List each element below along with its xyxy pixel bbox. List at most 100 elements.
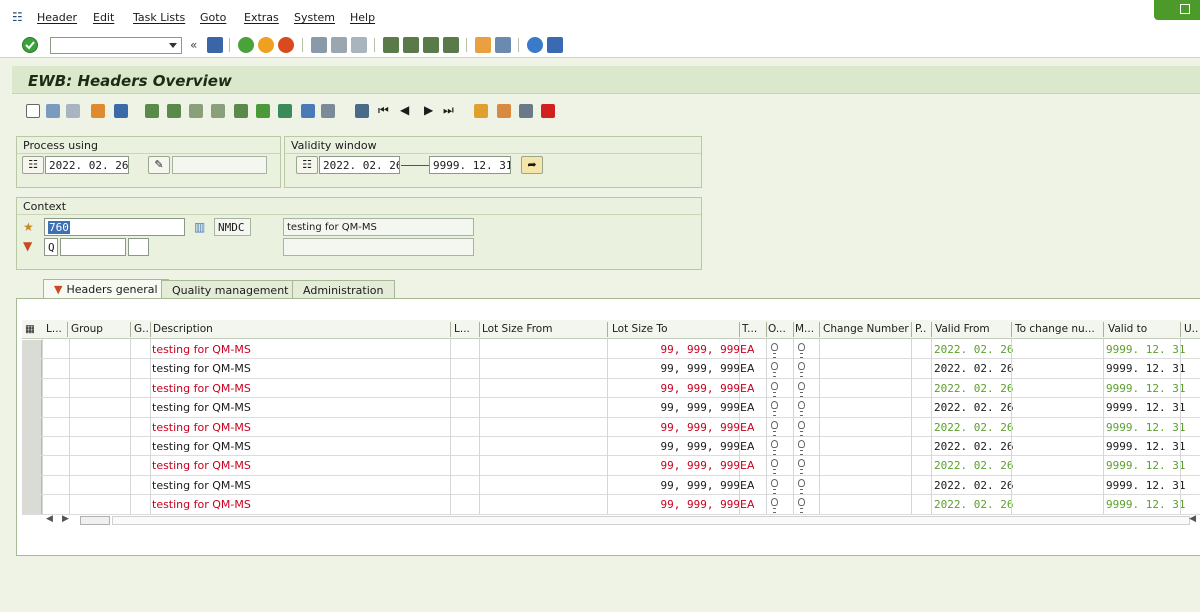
change-number-icon[interactable]: ✎: [148, 156, 170, 174]
deselect-icon[interactable]: [167, 104, 181, 118]
col-description[interactable]: Description: [153, 323, 213, 335]
layout-icon[interactable]: [321, 104, 335, 118]
table-row[interactable]: testing for QM-MS 99, 999, 999 EA 2022. 02.…: [22, 359, 1200, 379]
menu-edit[interactable]: Edit: [93, 11, 114, 24]
change-number-field[interactable]: [172, 156, 267, 174]
shortcut-icon[interactable]: [495, 37, 511, 53]
last-page-icon[interactable]: [443, 37, 459, 53]
plant-code-field[interactable]: 760: [44, 218, 185, 236]
help-icon[interactable]: [527, 37, 543, 53]
validity-calendar-icon[interactable]: ☷: [296, 156, 318, 174]
col-group[interactable]: Group: [71, 323, 103, 335]
next-page-icon[interactable]: [423, 37, 439, 53]
process-date-icon[interactable]: ☷: [22, 156, 44, 174]
menu-app-icon[interactable]: ☷: [12, 10, 23, 24]
next-icon[interactable]: ▶: [424, 104, 433, 116]
find-icon[interactable]: [331, 37, 347, 53]
col-unit[interactable]: T...: [742, 323, 757, 335]
create-session-icon[interactable]: [475, 37, 491, 53]
error-log-icon[interactable]: [541, 104, 555, 118]
row-selector[interactable]: [22, 495, 42, 514]
expand-icon[interactable]: [234, 104, 248, 118]
col-o[interactable]: O...: [768, 323, 786, 335]
exit-icon[interactable]: [258, 37, 274, 53]
col-valid-to[interactable]: Valid to: [1108, 323, 1147, 335]
table-row[interactable]: testing for QM-MS 99, 999, 999 EA 2022. 02.…: [22, 340, 1200, 360]
settings-icon[interactable]: [497, 104, 511, 118]
last-icon[interactable]: ⏭: [443, 104, 454, 116]
enter-icon[interactable]: [22, 37, 38, 53]
filter-set-icon[interactable]: [278, 104, 292, 118]
filter-icon[interactable]: [256, 104, 270, 118]
scroll-left-icon[interactable]: ◀: [46, 514, 53, 524]
col-to-change-number[interactable]: To change nu...: [1015, 323, 1095, 335]
valid-from-field[interactable]: 2022. 02. 26: [319, 156, 400, 174]
prev-icon[interactable]: ◀: [400, 104, 409, 116]
scroll-track[interactable]: [112, 516, 1190, 525]
menu-task-lists[interactable]: Task Lists: [133, 11, 185, 24]
row-selector[interactable]: [22, 475, 42, 495]
table-row[interactable]: testing for QM-MS 99, 999, 999 EA 2022. 02.…: [22, 437, 1200, 457]
horizontal-scrollbar[interactable]: ◀ ▶ ◀: [40, 514, 1200, 527]
table-row[interactable]: testing for QM-MS 99, 999, 999 EA 2022. 02.…: [22, 378, 1200, 399]
table-row[interactable]: testing for QM-MS 99, 999, 999 EA 2022. 02.…: [22, 417, 1200, 437]
filter-value-field[interactable]: [60, 238, 126, 256]
table-row[interactable]: testing for QM-MS 99, 999, 999 EA 2022. 02.…: [22, 495, 1200, 515]
menu-header[interactable]: Header: [37, 11, 77, 24]
col-p[interactable]: P..: [915, 323, 926, 335]
display-icon[interactable]: [66, 104, 80, 118]
filter-extra-field[interactable]: [128, 238, 149, 256]
find-next-icon[interactable]: [351, 37, 367, 53]
chevron-down-icon[interactable]: [169, 43, 177, 48]
col-u[interactable]: U..: [1184, 323, 1198, 335]
col-group-counter[interactable]: G..: [134, 323, 149, 335]
filter-code-field[interactable]: Q: [44, 238, 58, 256]
row-selector[interactable]: [22, 378, 42, 398]
tab-administration[interactable]: Administration: [292, 280, 395, 298]
menu-system[interactable]: System: [294, 11, 335, 24]
row-selector[interactable]: [22, 359, 42, 378]
plant-name-field[interactable]: NMDC: [214, 218, 251, 236]
details-icon[interactable]: [355, 104, 369, 118]
sum-icon[interactable]: [301, 104, 315, 118]
row-selector[interactable]: [22, 340, 42, 359]
table-row[interactable]: testing for QM-MS 99, 999, 999 EA 2022. 02.…: [22, 475, 1200, 496]
first-icon[interactable]: ⏮: [378, 104, 389, 116]
apply-validity-icon[interactable]: ➦: [521, 156, 543, 174]
valid-to-field[interactable]: 9999. 12. 31: [429, 156, 511, 174]
select-all-rows-icon[interactable]: ▦: [25, 323, 35, 335]
process-date-field[interactable]: 2022. 02. 26: [45, 156, 129, 174]
customize-icon[interactable]: [547, 37, 563, 53]
row-selector[interactable]: [22, 437, 42, 456]
col-valid-from[interactable]: Valid From: [935, 323, 990, 335]
context-description-field[interactable]: testing for QM-MS: [283, 218, 474, 236]
filter-description-field[interactable]: [283, 238, 474, 256]
sort-desc-icon[interactable]: [211, 104, 225, 118]
row-selector[interactable]: [22, 398, 42, 417]
row-selector[interactable]: [22, 417, 42, 436]
sort-icon[interactable]: [189, 104, 203, 118]
prev-page-icon[interactable]: [403, 37, 419, 53]
col-lot-size-to[interactable]: Lot Size To: [612, 323, 668, 335]
print-icon[interactable]: [311, 37, 327, 53]
menu-goto[interactable]: Goto: [200, 11, 226, 24]
col-l1[interactable]: L...: [46, 323, 62, 335]
row-selector[interactable]: [22, 456, 42, 475]
select-all-icon[interactable]: [145, 104, 159, 118]
copy-icon[interactable]: [91, 104, 105, 118]
table-row[interactable]: testing for QM-MS 99, 999, 999 EA 2022. 02.…: [22, 398, 1200, 418]
scroll-right-icon[interactable]: ▶: [62, 514, 69, 524]
back-icon[interactable]: [238, 37, 254, 53]
table-row[interactable]: testing for QM-MS 99, 999, 999 EA 2022. 02.…: [22, 456, 1200, 476]
menu-extras[interactable]: Extras: [244, 11, 279, 24]
save-icon[interactable]: [207, 37, 223, 53]
scroll-right-end-icon[interactable]: ◀: [1189, 514, 1196, 524]
tab-headers-general[interactable]: ▼ Headers general: [43, 279, 169, 299]
tab-quality-management[interactable]: Quality management: [161, 280, 300, 298]
window-minimize-button[interactable]: [1154, 0, 1200, 20]
edit-icon[interactable]: [46, 104, 60, 118]
create-icon[interactable]: [26, 104, 40, 118]
delete-icon[interactable]: [114, 104, 128, 118]
col-l2[interactable]: L...: [454, 323, 470, 335]
col-lot-size-from[interactable]: Lot Size From: [482, 323, 552, 335]
